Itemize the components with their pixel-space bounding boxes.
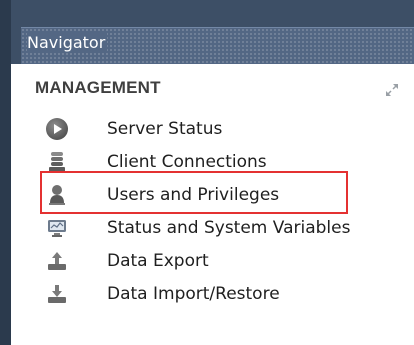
- status-system-variables-icon: [48, 220, 66, 237]
- nav-item-label: Status and System Variables: [107, 218, 351, 238]
- users-privileges-icon: [49, 185, 65, 205]
- navigator-panel: Navigator MANAGEMENT Server Status Clien…: [0, 0, 414, 345]
- navigator-title: Navigator: [27, 33, 108, 53]
- server-status-icon: [46, 118, 68, 140]
- window-frame-edge: [0, 0, 11, 345]
- data-import-restore-icon: [48, 285, 66, 303]
- nav-item-client-connections[interactable]: Client Connections: [44, 147, 384, 177]
- nav-item-label: Data Import/Restore: [107, 284, 280, 304]
- nav-item-label: Server Status: [107, 119, 223, 139]
- nav-item-label: Client Connections: [107, 152, 267, 172]
- nav-item-data-export[interactable]: Data Export: [44, 246, 384, 276]
- data-export-icon: [48, 252, 66, 270]
- section-title-management: MANAGEMENT: [35, 78, 161, 97]
- nav-item-users-and-privileges[interactable]: Users and Privileges: [44, 180, 384, 210]
- client-connections-icon: [49, 152, 65, 172]
- nav-item-server-status[interactable]: Server Status: [44, 114, 384, 144]
- expand-icon[interactable]: [384, 82, 400, 98]
- nav-item-status-system-variables[interactable]: Status and System Variables: [44, 213, 384, 243]
- nav-item-data-import-restore[interactable]: Data Import/Restore: [44, 279, 384, 309]
- nav-item-label: Users and Privileges: [107, 185, 280, 205]
- nav-item-label: Data Export: [107, 251, 209, 271]
